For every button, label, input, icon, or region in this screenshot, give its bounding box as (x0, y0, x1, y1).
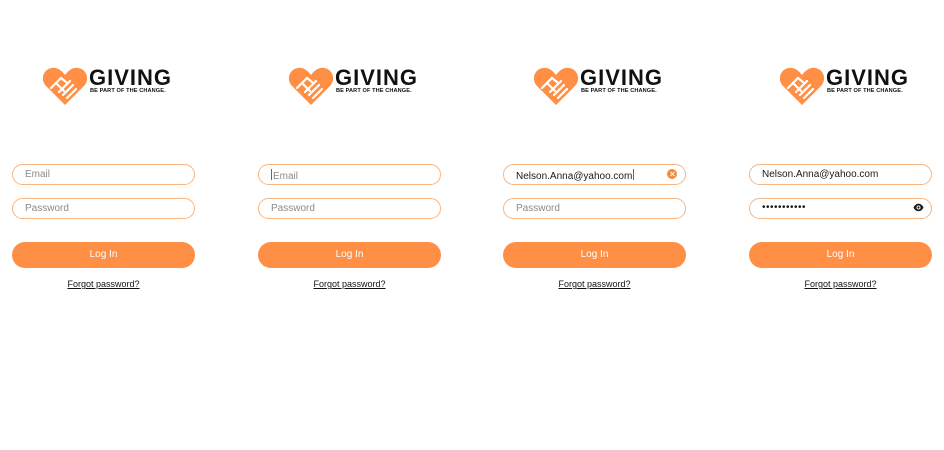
text-caret (271, 169, 272, 180)
email-field[interactable]: Email (12, 164, 195, 185)
login-screen-email-focused: GIVING BE PART OF THE CHANGE. Email Pass… (258, 0, 441, 450)
email-placeholder: Email (25, 169, 51, 180)
login-screen-password-filled: GIVING BE PART OF THE CHANGE. Nelson.Ann… (749, 0, 932, 450)
brand-tagline: BE PART OF THE CHANGE. (90, 88, 166, 94)
giving-logo: GIVING BE PART OF THE CHANGE. (779, 64, 908, 108)
email-field[interactable]: Nelson.Anna@yahoo.com (749, 164, 932, 185)
heart-handshake-icon (42, 67, 88, 105)
forgot-password-link[interactable]: Forgot password? (749, 279, 932, 289)
login-button[interactable]: Log In (503, 242, 686, 268)
login-screen-email-filled: GIVING BE PART OF THE CHANGE. Nelson.Ann… (503, 0, 686, 450)
password-field[interactable]: Password (12, 198, 195, 219)
brand-wordmark: GIVING (580, 65, 664, 90)
heart-handshake-icon (533, 67, 579, 105)
password-placeholder: Password (25, 203, 69, 214)
login-button[interactable]: Log In (258, 242, 441, 268)
email-value: Nelson.Anna@yahoo.com (762, 169, 879, 180)
brand-wordmark: GIVING (826, 65, 910, 90)
heart-handshake-icon (288, 67, 334, 105)
email-input-content: Email (271, 169, 298, 183)
email-field[interactable]: Email (258, 164, 441, 185)
text-caret (633, 169, 635, 180)
brand-tagline: BE PART OF THE CHANGE. (336, 88, 412, 94)
login-button[interactable]: Log In (749, 242, 932, 268)
password-field[interactable]: Password (503, 198, 686, 219)
password-placeholder: Password (271, 203, 315, 214)
giving-logo: GIVING BE PART OF THE CHANGE. (288, 64, 417, 108)
email-placeholder: Email (273, 171, 299, 182)
eye-icon[interactable] (913, 203, 924, 212)
forgot-password-link[interactable]: Forgot password? (258, 279, 441, 289)
forgot-password-link[interactable]: Forgot password? (503, 279, 686, 289)
clear-input-icon[interactable] (667, 169, 677, 179)
login-screen-empty: GIVING BE PART OF THE CHANGE. Email Pass… (12, 0, 195, 450)
email-value: Nelson.Anna@yahoo.com (516, 171, 633, 182)
password-field[interactable]: Password (258, 198, 441, 219)
email-input-content: Nelson.Anna@yahoo.com (516, 169, 635, 183)
giving-logo: GIVING BE PART OF THE CHANGE. (533, 64, 662, 108)
brand-wordmark: GIVING (335, 65, 419, 90)
email-field[interactable]: Nelson.Anna@yahoo.com (503, 164, 686, 185)
brand-tagline: BE PART OF THE CHANGE. (581, 88, 657, 94)
heart-handshake-icon (779, 67, 825, 105)
brand-wordmark: GIVING (89, 65, 173, 90)
giving-logo: GIVING BE PART OF THE CHANGE. (42, 64, 171, 108)
password-field[interactable]: ••••••••••• (749, 198, 932, 219)
password-placeholder: Password (516, 203, 560, 214)
brand-tagline: BE PART OF THE CHANGE. (827, 88, 903, 94)
login-button[interactable]: Log In (12, 242, 195, 268)
forgot-password-link[interactable]: Forgot password? (12, 279, 195, 289)
password-masked-value: ••••••••••• (762, 202, 807, 213)
